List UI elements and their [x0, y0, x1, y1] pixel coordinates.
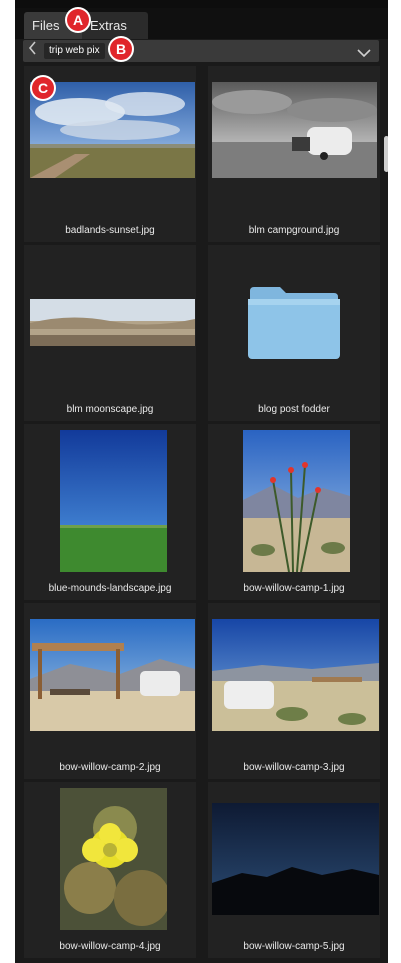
file-name: blue-mounds-landscape.jpg	[48, 583, 172, 594]
image-thumbnail	[212, 619, 379, 731]
thumbnail	[208, 782, 380, 932]
file-browser-panel: Files Extras A trip web pix B badlands-s…	[15, 0, 388, 963]
image-thumbnail	[30, 619, 195, 731]
image-thumbnail	[212, 803, 379, 915]
chevron-left-icon[interactable]	[23, 40, 43, 62]
list-item[interactable]: bow-willow-camp-2.jpg	[24, 603, 196, 779]
list-item[interactable]: bow-willow-camp-1.jpg	[208, 424, 380, 600]
image-thumbnail	[30, 82, 195, 178]
list-item[interactable]: bow-willow-camp-3.jpg	[208, 603, 380, 779]
chevron-down-icon[interactable]	[357, 45, 371, 63]
list-item[interactable]: blog post fodder	[208, 245, 380, 421]
file-name: blm moonscape.jpg	[66, 404, 154, 415]
file-name: bow-willow-camp-1.jpg	[243, 583, 345, 594]
image-thumbnail	[60, 430, 167, 572]
path-selector[interactable]: trip web pix	[23, 40, 379, 62]
file-name: bow-willow-camp-5.jpg	[243, 941, 345, 952]
list-item[interactable]: blm campground.jpg	[208, 66, 380, 242]
thumbnail	[208, 424, 380, 574]
panel-top-strip	[15, 0, 388, 8]
image-thumbnail	[243, 430, 350, 572]
tab-extras[interactable]: Extras	[82, 12, 148, 39]
file-name: bow-willow-camp-3.jpg	[243, 762, 345, 773]
callout-badge-c: C	[32, 77, 54, 99]
image-thumbnail	[30, 299, 195, 346]
list-item[interactable]: bow-willow-camp-5.jpg	[208, 782, 380, 958]
thumbnail	[208, 603, 380, 753]
file-name: bow-willow-camp-4.jpg	[59, 941, 161, 952]
thumbnail	[208, 66, 380, 216]
list-item[interactable]: bow-willow-camp-4.jpg	[24, 782, 196, 958]
list-item[interactable]: blm moonscape.jpg	[24, 245, 196, 421]
folder-name: blog post fodder	[258, 404, 330, 415]
thumbnail	[24, 424, 196, 574]
thumbnail	[24, 245, 196, 395]
current-folder-label[interactable]: trip web pix	[44, 43, 105, 59]
thumbnail	[24, 782, 196, 932]
callout-badge-b: B	[110, 38, 132, 60]
list-item[interactable]: blue-mounds-landscape.jpg	[24, 424, 196, 600]
image-thumbnail	[212, 82, 377, 178]
file-name: blm campground.jpg	[248, 225, 340, 236]
thumbnail-grid: badlands-sunset.jpg blm campground.jpg b…	[24, 66, 382, 963]
image-thumbnail	[60, 788, 167, 930]
thumbnail	[24, 603, 196, 753]
folder-icon	[208, 245, 380, 395]
callout-badge-a: A	[67, 9, 89, 31]
vertical-scrollbar[interactable]	[384, 136, 388, 172]
file-name: badlands-sunset.jpg	[65, 225, 155, 236]
file-name: bow-willow-camp-2.jpg	[59, 762, 161, 773]
